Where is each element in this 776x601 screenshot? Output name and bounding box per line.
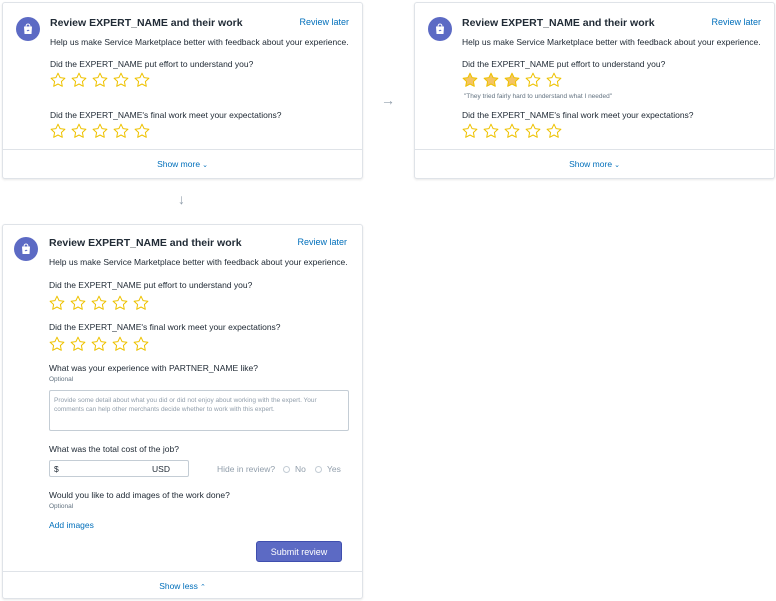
star-icon[interactable] [71,72,87,88]
star-icon[interactable] [112,336,128,352]
rating-expectations[interactable] [50,123,150,139]
arrow-right-icon: → [381,92,395,108]
review-card-expanded: Review EXPERT_NAME and their work Review… [2,224,363,599]
rating-effort[interactable] [462,72,562,88]
hide-no-radio[interactable]: No [283,464,306,474]
images-label: Would you like to add images of the work… [49,490,230,500]
star-icon[interactable] [92,72,108,88]
question-expectations: Did the EXPERT_NAME's final work meet yo… [50,110,282,120]
card-title: Review EXPERT_NAME and their work [49,237,242,249]
show-more-label: Show more [157,159,201,169]
experience-label: What was your experience with PARTNER_NA… [49,363,258,373]
star-icon[interactable] [525,72,541,88]
radio-circle [283,465,290,473]
review-card-initial: Review EXPERT_NAME and their work Review… [2,2,363,179]
star-icon[interactable] [49,336,65,352]
question-effort: Did the EXPERT_NAME put effort to unders… [462,59,666,69]
star-icon[interactable] [49,295,65,311]
radio-yes-label: Yes [327,464,341,474]
card-subtitle: Help us make Service Marketplace better … [462,37,761,47]
chevron-down-icon: ⌄ [614,162,620,169]
star-icon[interactable] [504,123,520,139]
show-more-label: Show more [569,159,613,169]
review-later-link[interactable]: Review later [297,237,347,247]
cost-label: What was the total cost of the job? [49,444,179,454]
star-icon[interactable] [91,336,107,352]
star-icon[interactable] [71,123,87,139]
review-later-link[interactable]: Review later [299,17,349,27]
star-icon[interactable] [70,336,86,352]
submit-review-button[interactable]: Submit review [256,541,342,562]
divider [3,571,362,572]
star-icon[interactable] [462,123,478,139]
star-icon[interactable] [70,295,86,311]
star-icon[interactable] [50,72,66,88]
shopify-bag-icon [16,17,40,41]
question-effort: Did the EXPERT_NAME put effort to unders… [49,280,253,290]
rating-caption: "They tried fairly hard to understand wh… [464,93,613,100]
star-icon[interactable] [483,72,499,88]
question-expectations: Did the EXPERT_NAME's final work meet yo… [462,110,694,120]
experience-optional: Optional [49,376,74,383]
currency-symbol: $ [54,464,59,474]
question-effort: Did the EXPERT_NAME put effort to unders… [50,59,254,69]
star-icon[interactable] [112,295,128,311]
rating-expectations[interactable] [462,123,562,139]
hide-in-review-label: Hide in review? [217,464,276,474]
show-less-label: Show less [159,581,198,591]
experience-textarea[interactable]: Provide some detail about what you did o… [49,390,349,431]
chevron-up-icon: ⌃ [199,584,206,591]
currency-unit: USD [152,464,170,474]
radio-circle [315,465,322,473]
star-icon[interactable] [50,123,66,139]
star-icon[interactable] [134,72,150,88]
question-expectations: Did the EXPERT_NAME's final work meet yo… [49,322,281,332]
images-optional: Optional [49,503,74,510]
rating-expectations[interactable] [49,336,149,352]
star-icon[interactable] [462,72,478,88]
star-icon[interactable] [133,336,149,352]
shopify-bag-icon [428,17,452,41]
show-more-button[interactable]: Show more ⌄ [415,159,774,169]
add-images-link[interactable]: Add images [49,520,94,530]
divider [415,149,774,150]
chevron-down-icon: ⌄ [202,162,208,169]
radio-no-label: No [295,464,306,474]
card-subtitle: Help us make Service Marketplace better … [49,257,348,267]
star-icon[interactable] [134,123,150,139]
arrow-down-icon: ↓ [178,191,185,207]
star-icon[interactable] [113,123,129,139]
rating-effort[interactable] [50,72,150,88]
cost-input[interactable]: $ USD [49,460,189,477]
star-icon[interactable] [113,72,129,88]
rating-effort[interactable] [49,295,149,311]
divider [3,149,362,150]
star-icon[interactable] [91,295,107,311]
star-icon[interactable] [546,72,562,88]
show-more-button[interactable]: Show more ⌄ [3,159,362,169]
star-icon[interactable] [483,123,499,139]
hide-yes-radio[interactable]: Yes [315,464,341,474]
show-less-button[interactable]: Show less ⌃ [3,581,362,591]
shopify-bag-icon [14,237,38,261]
star-icon[interactable] [546,123,562,139]
star-icon[interactable] [133,295,149,311]
review-later-link[interactable]: Review later [711,17,761,27]
card-subtitle: Help us make Service Marketplace better … [50,37,349,47]
star-icon[interactable] [504,72,520,88]
experience-placeholder: Provide some detail about what you did o… [54,397,317,413]
review-card-rated: Review EXPERT_NAME and their work Review… [414,2,775,179]
star-icon[interactable] [92,123,108,139]
star-icon[interactable] [525,123,541,139]
card-title: Review EXPERT_NAME and their work [462,17,655,29]
card-title: Review EXPERT_NAME and their work [50,17,243,29]
